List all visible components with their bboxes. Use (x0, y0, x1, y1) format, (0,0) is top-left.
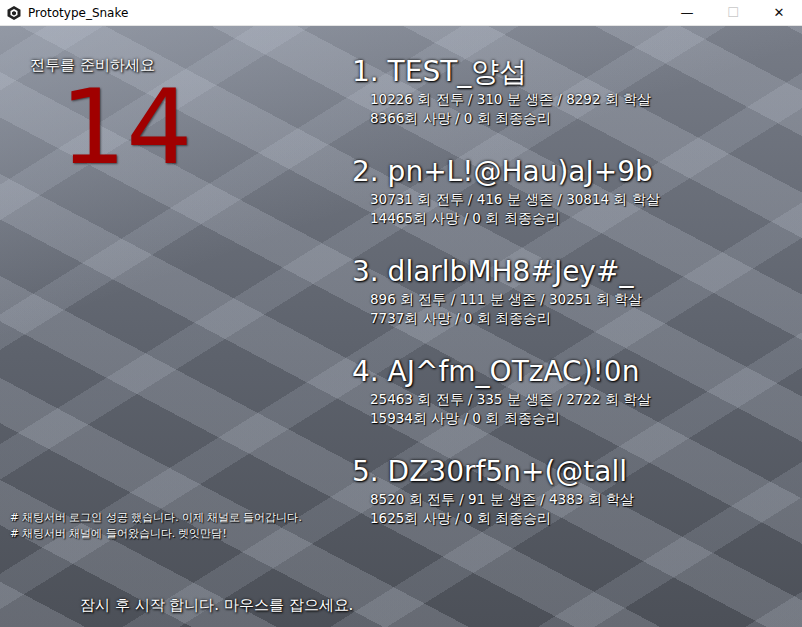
title-bar: Prototype_Snake—☐✕ (0, 0, 802, 26)
window-title: Prototype_Snake (28, 6, 664, 20)
game-scene: 전투를 준비하세요 14 # 채팅서버 로그인 성공 했습니다. 이제 채널로 들어… (0, 26, 802, 627)
countdown-value: 14 (10, 79, 352, 175)
chat-message: # 채팅서버 로그인 성공 했습니다. 이제 채널로 들어갑니다. (10, 509, 352, 525)
player-stats: 7737회 사망 / 0 회 최종승리 (352, 309, 802, 328)
player-stats: 15934회 사망 / 0 회 최종승리 (352, 409, 802, 428)
player-stats: 14465회 사망 / 0 회 최종승리 (352, 209, 802, 228)
player-name: 2. pn+L!@Hau)aJ+9b (352, 154, 802, 190)
chat-message: # 채팅서버 채널에 들어왔습니다. 렛잇만담! (10, 525, 352, 541)
game-window: Prototype_Snake—☐✕ 전투를 준비하세요 14 # 채팅서버 로그인 … (0, 0, 802, 627)
leaderboard: 1. TEST_양섭10226 회 전투 / 310 분 생존 / 8292 회… (352, 26, 802, 591)
countdown-panel: 전투를 준비하세요 14 # 채팅서버 로그인 성공 했습니다. 이제 채널로 들어… (0, 26, 352, 591)
leaderboard-entry: 5. DZ30rf5n+(@tall8520 회 전투 / 91 분 생존 / … (352, 454, 802, 554)
player-name: 4. AJ^fm_OTzAC)!0n (352, 354, 802, 390)
chat-log: # 채팅서버 로그인 성공 했습니다. 이제 채널로 들어갑니다.# 채팅서버 … (10, 509, 352, 591)
close-button[interactable]: ✕ (756, 0, 802, 26)
leaderboard-entry: 2. pn+L!@Hau)aJ+9b30731 회 전투 / 416 분 생존 … (352, 154, 802, 254)
player-stats: 896 회 전투 / 111 분 생존 / 30251 회 학살 (352, 290, 802, 309)
player-name: 1. TEST_양섭 (352, 54, 802, 90)
player-name: 5. DZ30rf5n+(@tall (352, 454, 802, 490)
player-stats: 1625회 사망 / 0 회 최종승리 (352, 509, 802, 528)
player-stats: 8366회 사망 / 0 회 최종승리 (352, 109, 802, 128)
player-stats: 30731 회 전투 / 416 분 생존 / 30814 회 학살 (352, 190, 802, 209)
player-stats: 8520 회 전투 / 91 분 생존 / 4383 회 학살 (352, 490, 802, 509)
leaderboard-entry: 4. AJ^fm_OTzAC)!0n25463 회 전투 / 335 분 생존 … (352, 354, 802, 454)
window-controls: —☐✕ (664, 0, 802, 26)
leaderboard-entry: 1. TEST_양섭10226 회 전투 / 310 분 생존 / 8292 회… (352, 54, 802, 154)
leaderboard-entry: 3. dlarlbMH8#Jey#_896 회 전투 / 111 분 생존 / … (352, 254, 802, 354)
countdown-label: 전투를 준비하세요 (10, 56, 352, 75)
footer-text: 잠시 후 시작 합니다. 마우스를 잡으세요. (80, 596, 353, 615)
unity-icon (6, 5, 22, 21)
minimize-button[interactable]: — (664, 0, 710, 26)
status-message: 잠시 후 시작 합니다. 마우스를 잡으세요. (0, 591, 802, 627)
player-stats: 25463 회 전투 / 335 분 생존 / 2722 회 학살 (352, 390, 802, 409)
maximize-button: ☐ (710, 0, 756, 26)
player-stats: 10226 회 전투 / 310 분 생존 / 8292 회 학살 (352, 90, 802, 109)
player-name: 3. dlarlbMH8#Jey#_ (352, 254, 802, 290)
